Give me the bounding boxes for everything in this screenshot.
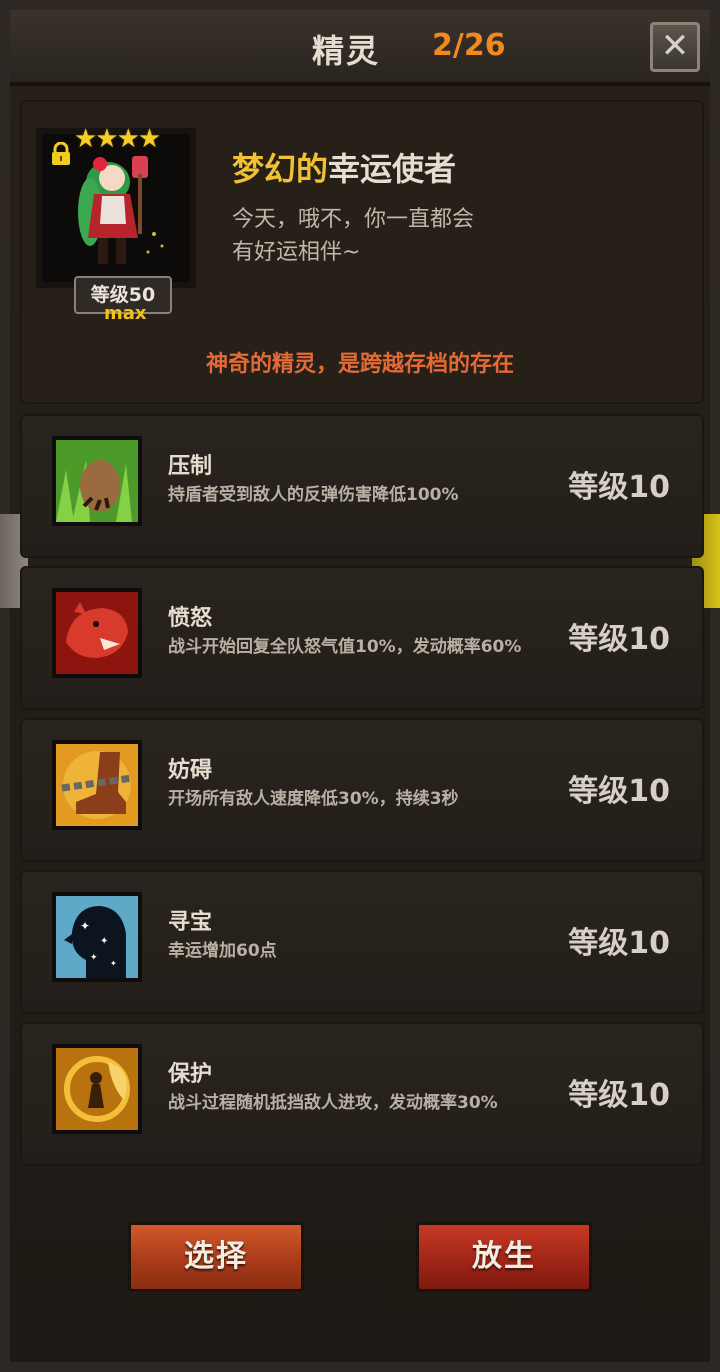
skill-description: 开场所有敌人速度降低30%，持续3秒 (168, 789, 459, 809)
spirit-level-max: max (104, 303, 147, 324)
skill-row[interactable]: 保护 战斗过程随机抵挡敌人进攻，发动概率30% 等级10 (20, 1022, 704, 1166)
fairy-shield-icon (52, 1044, 142, 1134)
page-title: 精灵 (312, 32, 381, 70)
spirit-name-rest: 幸运使者 (328, 150, 457, 188)
roaring-beast-icon (52, 588, 142, 678)
skill-level: 等级10 (568, 1078, 670, 1113)
skill-row[interactable]: ✦ ✦ ✦ ✦ 寻宝 幸运增加60点 等级10 (20, 870, 704, 1014)
select-button[interactable]: 选择 (128, 1222, 304, 1292)
paw-grass-icon (52, 436, 142, 526)
spirit-note: 神奇的精灵，是跨越存档的存在 (205, 352, 514, 377)
spirit-description: 今天，哦不，你一直都会 有好运相伴~ (232, 203, 552, 269)
skill-row[interactable]: 愤怒 战斗开始回复全队怒气值10%，发动概率60% 等级10 (20, 566, 704, 710)
spirit-name: 梦幻的幸运使者 (232, 144, 456, 190)
spirit-description-line2: 有好运相伴~ (232, 240, 361, 265)
skill-row[interactable]: 妨碍 开场所有敌人速度降低30%，持续3秒 等级10 (20, 718, 704, 862)
sparkle-silhouette-icon: ✦ ✦ ✦ ✦ (52, 892, 142, 982)
skill-description: 战斗开始回复全队怒气值10%，发动概率60% (168, 637, 522, 657)
svg-text:✦: ✦ (80, 919, 90, 933)
spirit-name-highlight: 梦幻的 (232, 150, 329, 188)
spirit-count: 2/26 (432, 28, 506, 63)
spirit-description-line1: 今天，哦不，你一直都会 (232, 207, 475, 232)
release-button[interactable]: 放生 (416, 1222, 592, 1292)
skill-name: 愤怒 (168, 606, 213, 631)
svg-text:✦: ✦ (110, 959, 117, 968)
skill-description: 持盾者受到敌人的反弹伤害降低100% (168, 485, 459, 505)
skill-level: 等级10 (568, 622, 670, 657)
chained-boot-icon (52, 740, 142, 830)
skill-level: 等级10 (568, 774, 670, 809)
skill-level: 等级10 (568, 470, 670, 505)
svg-text:✦: ✦ (90, 953, 98, 963)
close-button[interactable]: ✕ (650, 22, 700, 72)
lock-icon (52, 142, 70, 165)
skill-name: 妨碍 (168, 758, 213, 783)
skill-level: 等级10 (568, 926, 670, 961)
skill-description: 战斗过程随机抵挡敌人进攻，发动概率30% (168, 1093, 498, 1113)
skill-description: 幸运增加60点 (168, 941, 277, 961)
skill-row[interactable]: 压制 持盾者受到敌人的反弹伤害降低100% 等级10 (20, 414, 704, 558)
skill-name: 寻宝 (168, 910, 213, 935)
close-icon: ✕ (660, 26, 690, 66)
skill-name: 保护 (168, 1062, 213, 1087)
star-rating: ★★★★ (74, 124, 161, 154)
svg-text:✦: ✦ (100, 936, 108, 947)
skill-name: 压制 (168, 454, 213, 479)
